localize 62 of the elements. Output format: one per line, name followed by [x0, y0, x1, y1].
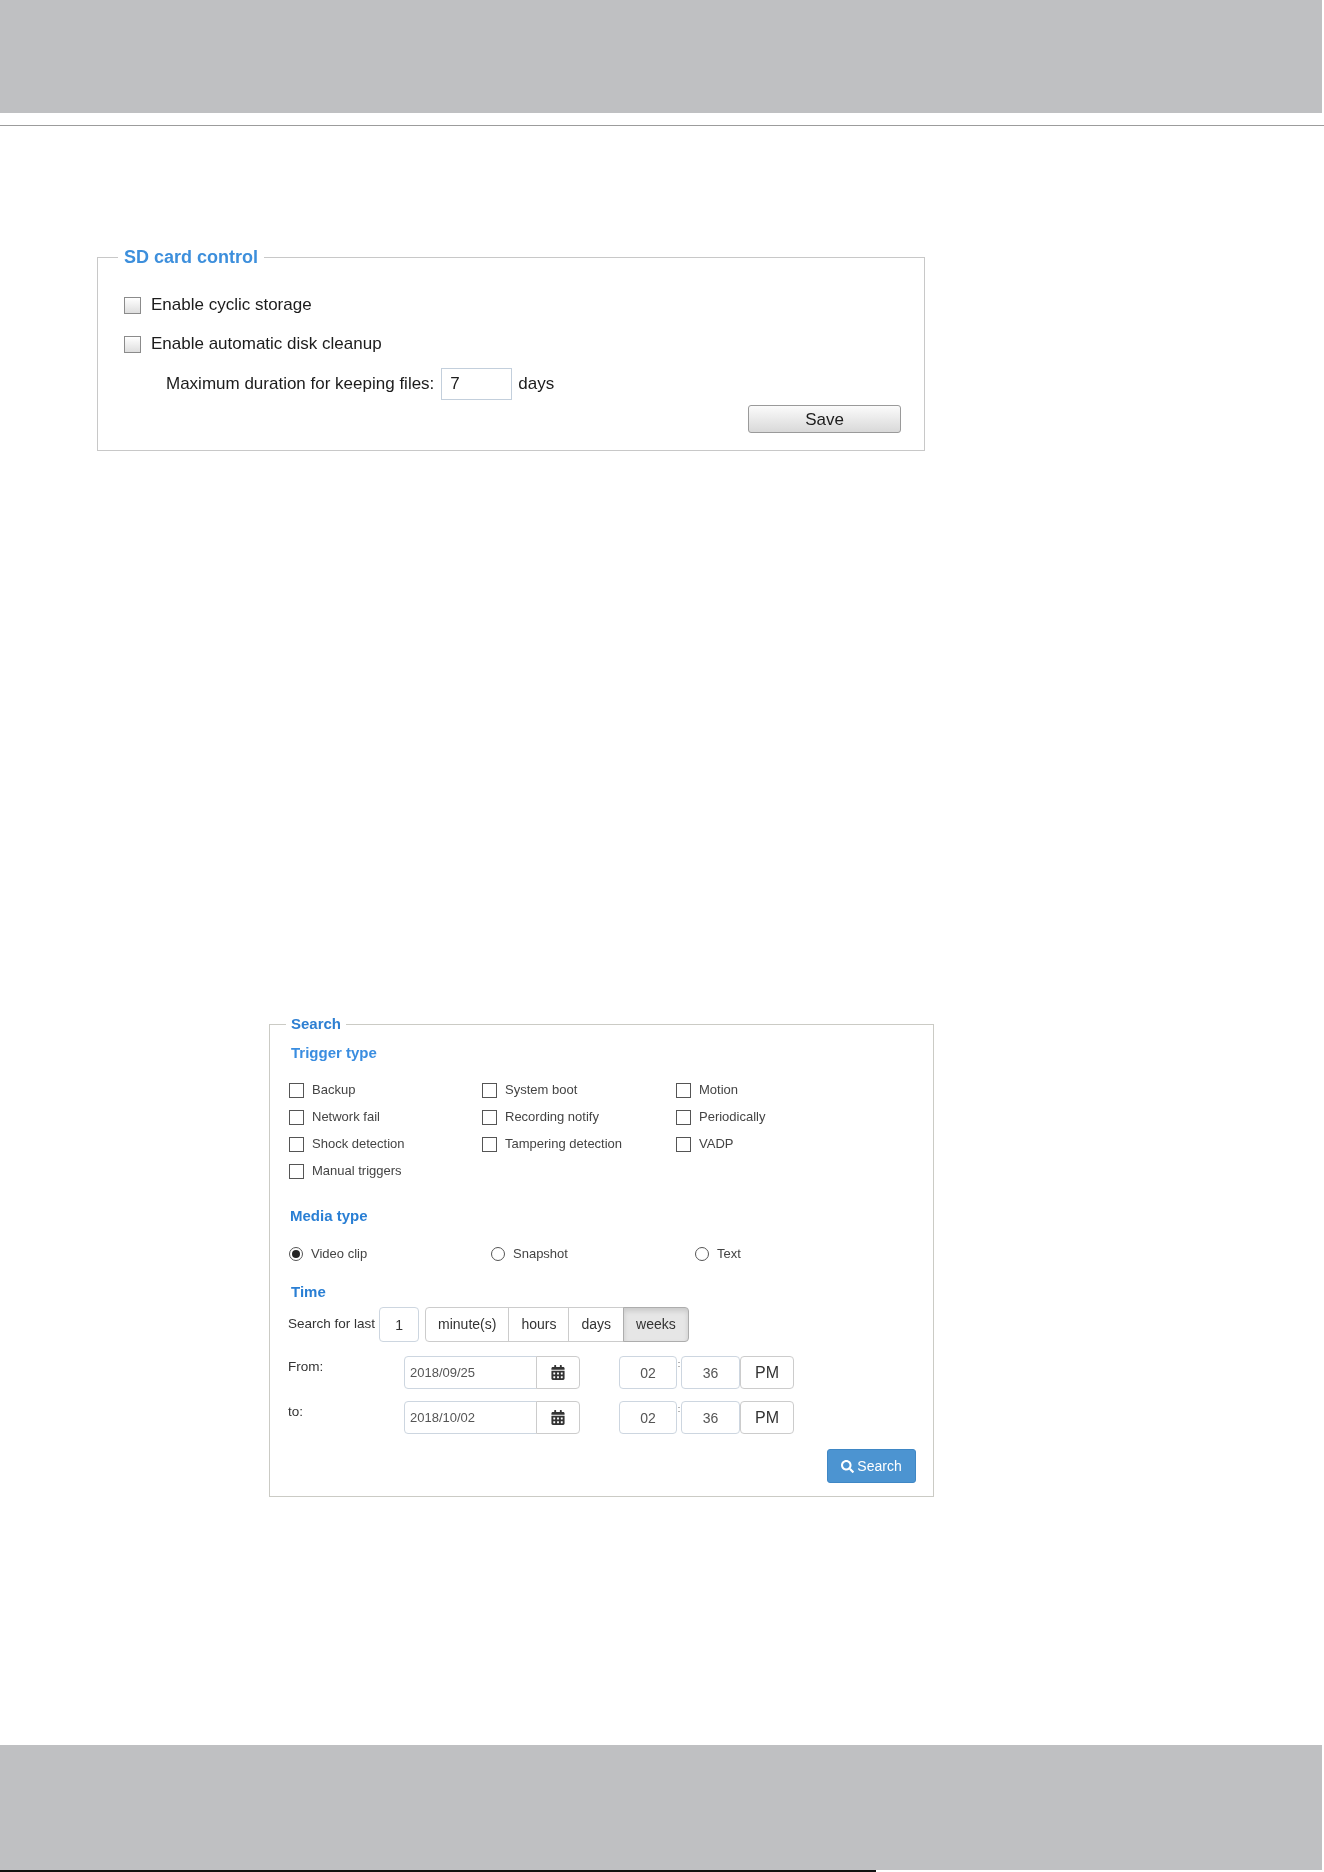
section-heading: Trigger type — [291, 1043, 377, 1063]
checkbox[interactable] — [289, 1109, 304, 1125]
date-input-field[interactable]: 2018/09/25 — [404, 1356, 537, 1389]
checkbox[interactable] — [289, 1082, 304, 1098]
checkbox[interactable] — [482, 1082, 497, 1098]
radio-button[interactable] — [695, 1247, 709, 1261]
checkbox[interactable] — [676, 1082, 691, 1098]
field-label: Maximum duration for keeping files: — [166, 373, 435, 396]
option-label: Shock detection — [312, 1135, 405, 1154]
checkbox[interactable] — [289, 1163, 304, 1179]
minute-input-field[interactable]: 36 — [681, 1356, 740, 1389]
hour-input-field[interactable]: 02 — [619, 1356, 677, 1389]
unit-toggle-button[interactable]: hours — [508, 1307, 570, 1342]
hour-input-field[interactable]: 02 — [619, 1401, 677, 1434]
minute-input-field[interactable]: 36 — [681, 1401, 740, 1434]
unit-toggle-button[interactable]: weeks — [623, 1307, 689, 1342]
option-label: Manual triggers — [312, 1162, 402, 1181]
panel-title: SD card control — [124, 246, 259, 268]
checkbox[interactable] — [676, 1136, 691, 1152]
period-button[interactable]: PM — [740, 1401, 794, 1434]
option-label: Backup — [312, 1081, 356, 1100]
option-label: Video clip — [311, 1245, 368, 1264]
field-label: From: — [288, 1358, 325, 1376]
section-heading: Time — [291, 1282, 326, 1302]
count-input-field[interactable]: 1 — [379, 1307, 420, 1342]
unit-toggle-button[interactable]: days — [568, 1307, 624, 1342]
days-input-field[interactable]: 7 — [441, 368, 513, 400]
option-label: Recording notify — [505, 1108, 599, 1127]
option-label: Snapshot — [513, 1245, 568, 1264]
checkbox[interactable] — [124, 296, 141, 314]
calendar-icon — [551, 1365, 565, 1380]
option-label: Periodically — [699, 1108, 766, 1127]
calendar-icon — [551, 1410, 565, 1425]
panel-title: Search — [291, 1015, 342, 1033]
time-separator: : — [677, 1358, 681, 1370]
checkbox[interactable] — [124, 335, 141, 353]
date-input-field[interactable]: 2018/10/02 — [404, 1401, 537, 1434]
checkbox[interactable] — [676, 1109, 691, 1125]
option-label: Network fail — [312, 1108, 380, 1127]
option-label: System boot — [505, 1081, 578, 1100]
checkbox[interactable] — [289, 1136, 304, 1152]
field-label: to: — [288, 1403, 304, 1421]
option-label: Enable automatic disk cleanup — [151, 333, 382, 356]
option-label: Motion — [699, 1081, 739, 1100]
section-heading: Media type — [290, 1206, 368, 1226]
period-button[interactable]: PM — [740, 1356, 794, 1389]
search-icon — [841, 1459, 855, 1473]
radio-button[interactable] — [289, 1247, 303, 1261]
unit-toggle-button[interactable]: minute(s) — [425, 1307, 510, 1342]
radio-button[interactable] — [491, 1247, 505, 1261]
field-label: Search for last — [288, 1315, 376, 1334]
unit-label: days — [518, 373, 555, 396]
time-separator: : — [677, 1403, 681, 1415]
calendar-button[interactable] — [536, 1356, 580, 1389]
option-label: Text — [717, 1245, 741, 1264]
option-label: Enable cyclic storage — [151, 294, 312, 317]
option-label: VADP — [699, 1135, 734, 1154]
checkbox[interactable] — [482, 1136, 497, 1152]
option-label: Tampering detection — [505, 1135, 623, 1154]
save-button[interactable]: Save — [748, 405, 901, 433]
checkbox[interactable] — [482, 1109, 497, 1125]
calendar-button[interactable] — [536, 1401, 580, 1434]
